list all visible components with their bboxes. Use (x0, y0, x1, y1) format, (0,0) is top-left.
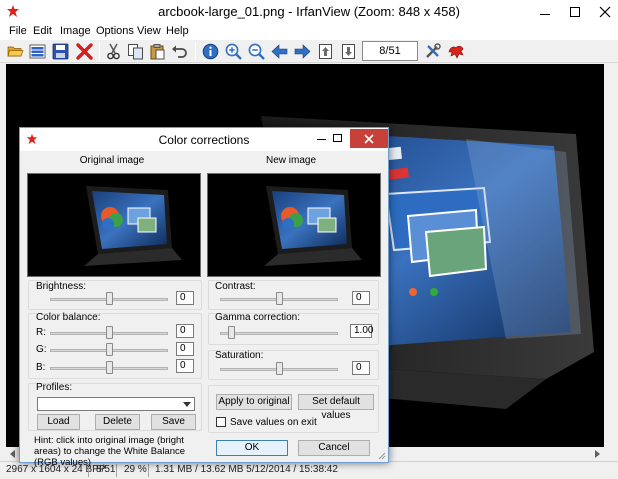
set-default-values-button[interactable]: Set default values (298, 394, 374, 421)
undo-icon[interactable] (169, 41, 190, 62)
g-input[interactable]: 0 (176, 342, 194, 356)
first-page-icon[interactable] (315, 41, 336, 62)
info-icon[interactable] (200, 41, 221, 62)
gamma-input[interactable]: 1.00 (350, 324, 373, 338)
new-image-label: New image (265, 155, 317, 166)
r-slider[interactable] (105, 326, 113, 339)
save-values-label: Save values on exit (230, 417, 317, 428)
save-values-checkbox[interactable] (216, 417, 226, 427)
gamma-slider[interactable] (228, 326, 236, 339)
contrast-slider[interactable] (275, 292, 283, 305)
saturation-input[interactable]: 0 (352, 361, 370, 375)
saturation-label: Saturation: (215, 350, 264, 361)
page-indicator: 8/51 (362, 41, 418, 61)
save-button[interactable]: Save (151, 414, 196, 430)
brightness-label: Brightness: (36, 281, 87, 292)
dialog-maximize-button[interactable] (328, 128, 352, 150)
g-label: G: (36, 344, 47, 355)
menu-edit[interactable]: Edit (33, 25, 52, 37)
delete-button[interactable]: Delete (95, 414, 140, 430)
b-label: B: (36, 362, 46, 373)
delete-icon[interactable] (74, 41, 95, 62)
vertical-scrollbar[interactable] (604, 64, 618, 447)
previous-arrow-icon[interactable] (269, 41, 290, 62)
gamma-track[interactable] (220, 332, 338, 335)
open-folder-icon[interactable] (5, 41, 26, 62)
copy-icon[interactable] (125, 41, 146, 62)
new-image-preview (207, 173, 381, 277)
ok-button[interactable]: OK (216, 440, 288, 456)
original-image-preview[interactable] (27, 173, 201, 277)
cut-icon[interactable] (103, 41, 124, 62)
menu-image[interactable]: Image (60, 25, 91, 37)
brightness-slider[interactable] (105, 292, 113, 305)
resize-grip-icon[interactable] (377, 451, 386, 460)
brightness-input[interactable]: 0 (176, 291, 194, 305)
contrast-input[interactable]: 0 (352, 291, 370, 305)
zoom-out-icon[interactable] (246, 41, 267, 62)
r-label: R: (36, 327, 46, 338)
saturation-slider[interactable] (275, 362, 283, 375)
maximize-button[interactable] (560, 0, 590, 23)
cancel-button[interactable]: Cancel (298, 440, 370, 456)
save-icon[interactable] (50, 41, 71, 62)
hint-text: Hint: click into original image (bright … (34, 435, 186, 468)
menu-help[interactable]: Help (166, 25, 189, 37)
window-title: arcbook-large_01.png - IrfanView (Zoom: … (158, 4, 460, 19)
b-input[interactable]: 0 (176, 359, 194, 373)
minimize-button[interactable] (530, 0, 560, 23)
dialog-titlebar: Color corrections (20, 128, 388, 151)
irfanview-logo-icon[interactable] (445, 41, 466, 62)
menu-bar: File Edit Image Options View Help (0, 23, 618, 40)
apply-to-original-button[interactable]: Apply to original (216, 394, 292, 410)
gamma-label: Gamma correction: (215, 312, 301, 323)
zoom-in-icon[interactable] (223, 41, 244, 62)
settings-icon[interactable] (422, 41, 443, 62)
paste-icon[interactable] (147, 41, 168, 62)
color-balance-label: Color balance: (36, 312, 101, 323)
b-slider[interactable] (105, 361, 113, 374)
thumbnails-icon[interactable] (27, 41, 48, 62)
dialog-close-button[interactable] (350, 129, 388, 148)
menu-options[interactable]: Options (96, 25, 134, 37)
close-button[interactable] (590, 0, 618, 23)
profiles-dropdown[interactable] (37, 397, 195, 411)
load-button[interactable]: Load (37, 414, 80, 430)
g-slider[interactable] (105, 343, 113, 356)
window-titlebar: arcbook-large_01.png - IrfanView (Zoom: … (0, 0, 618, 23)
original-image-label: Original image (79, 155, 145, 166)
chevron-down-icon (183, 402, 191, 407)
menu-view[interactable]: View (137, 25, 161, 37)
toolbar: 8/51 (0, 40, 618, 63)
next-arrow-icon[interactable] (292, 41, 313, 62)
r-input[interactable]: 0 (176, 324, 194, 338)
contrast-label: Contrast: (215, 281, 256, 292)
last-page-icon[interactable] (338, 41, 359, 62)
menu-file[interactable]: File (9, 25, 27, 37)
profiles-label: Profiles: (36, 382, 73, 393)
color-corrections-dialog: Color corrections Original image New ima… (19, 127, 389, 468)
